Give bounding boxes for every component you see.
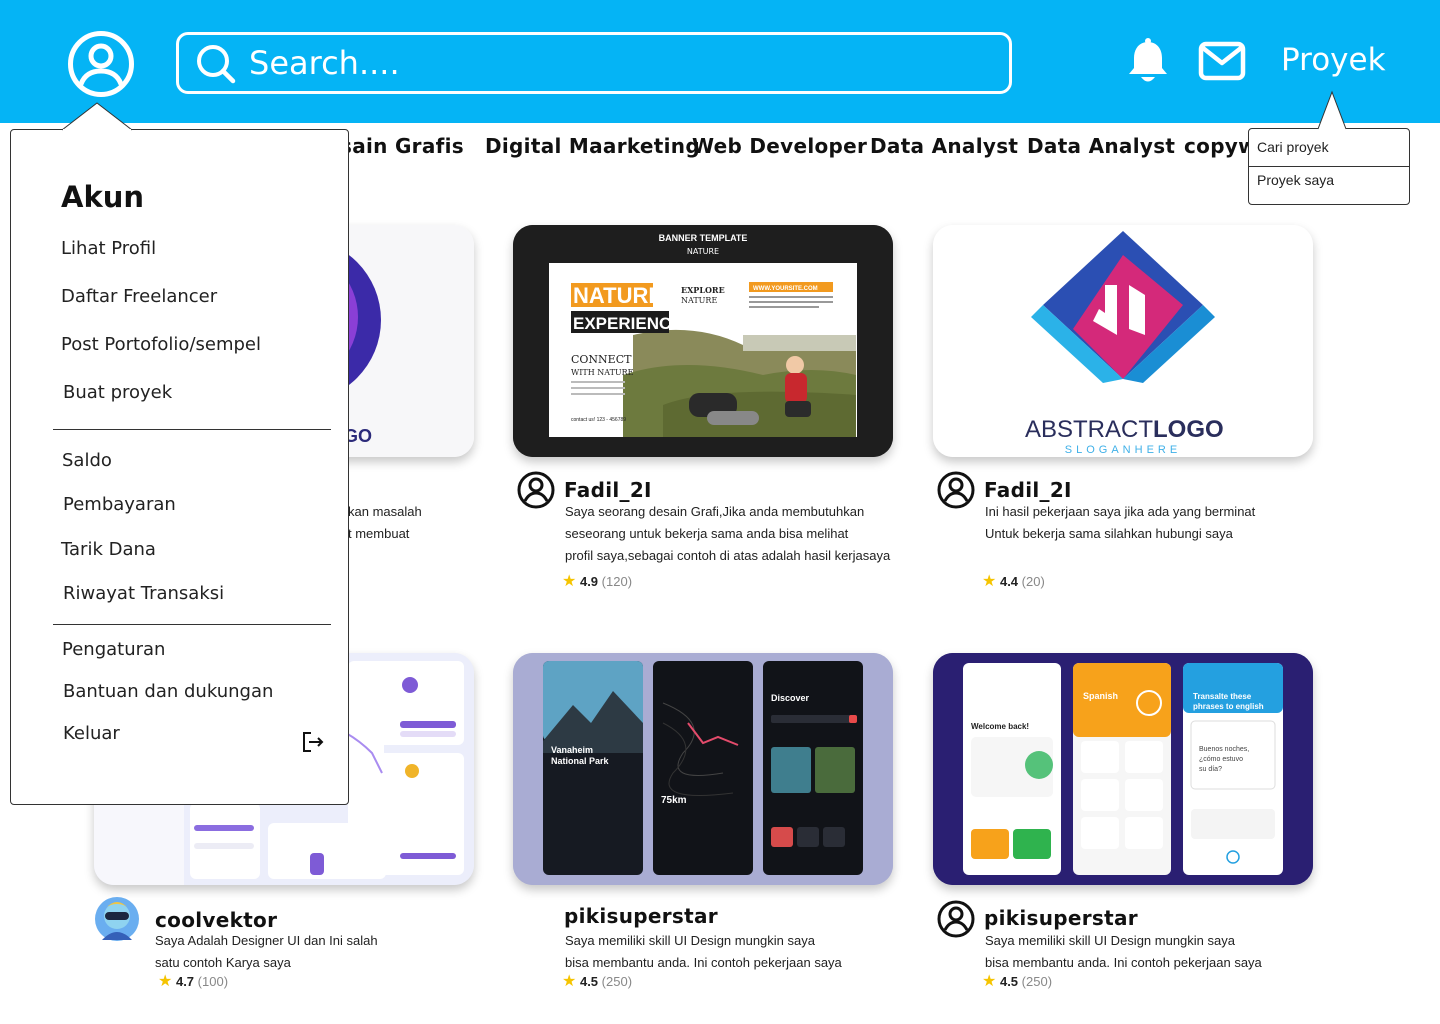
user-avatar-illustrated-icon[interactable] — [94, 896, 140, 942]
search-bar[interactable] — [176, 32, 1012, 94]
notification-bell-icon[interactable] — [1126, 38, 1170, 86]
star-icon: ★ — [982, 973, 997, 990]
rating: ★ 4.4 (20) — [982, 573, 1045, 590]
menu-item-proyek-saya[interactable]: Proyek saya — [1257, 172, 1334, 188]
category-web-developer[interactable]: Web Developer — [692, 134, 867, 158]
svg-text:Transalte these: Transalte these — [1193, 692, 1252, 701]
svg-text:WITH NATURE: WITH NATURE — [571, 368, 634, 377]
menu-item-keluar[interactable]: Keluar — [63, 723, 120, 744]
logout-icon[interactable] — [301, 730, 325, 754]
mail-icon[interactable] — [1198, 40, 1246, 82]
menu-item-daftar-freelancer[interactable]: Daftar Freelancer — [61, 286, 217, 307]
freelancer-name[interactable]: Fadil_2I — [564, 478, 652, 502]
menu-divider — [53, 624, 331, 625]
menu-item-tarik-dana[interactable]: Tarik Dana — [61, 539, 156, 560]
search-input[interactable] — [249, 41, 989, 85]
freelancer-name[interactable]: pikisuperstar — [984, 906, 1138, 930]
svg-text:su día?: su día? — [1199, 766, 1222, 773]
svg-text:CONNECT: CONNECT — [571, 353, 632, 366]
card-description: Saya memiliki skill UI Design mungkin sa… — [985, 933, 1262, 970]
svg-text:EXPERIENCE: EXPERIENCE — [573, 314, 683, 333]
category-data-analyst[interactable]: Data Analyst — [870, 134, 1018, 158]
menu-item-post-portofolio[interactable]: Post Portofolio/sempel — [61, 334, 261, 355]
proyek-dropdown-menu: Cari proyek Proyek saya — [1248, 128, 1410, 205]
menu-item-bantuan[interactable]: Bantuan dan dukungan — [63, 681, 273, 702]
search-icon — [197, 45, 236, 84]
menu-item-riwayat-transaksi[interactable]: Riwayat Transaksi — [63, 583, 224, 604]
portfolio-card-image[interactable]: BANNER TEMPLATE NATURE NATURE EXPERIENCE… — [513, 225, 893, 457]
svg-text:75km: 75km — [661, 795, 687, 806]
menu-item-pembayaran[interactable]: Pembayaran — [63, 494, 176, 515]
portfolio-card-image[interactable]: Welcome back! Spanish Transalte these ph… — [933, 653, 1313, 885]
svg-text:Buenos noches,: Buenos noches, — [1199, 746, 1249, 753]
svg-text:NATURE: NATURE — [573, 283, 663, 308]
freelancer-name[interactable]: Fadil_2I — [984, 478, 1072, 502]
svg-text:Vanaheim: Vanaheim — [551, 745, 593, 755]
menu-item-cari-proyek[interactable]: Cari proyek — [1257, 139, 1329, 155]
category-desain-grafis[interactable]: sain Grafis — [340, 134, 464, 158]
svg-text:Welcome back!: Welcome back! — [971, 722, 1029, 731]
freelancer-name[interactable]: pikisuperstar — [564, 904, 718, 928]
card-description: Saya seorang desain Grafi,Jika anda memb… — [565, 504, 891, 563]
svg-text:SLOGANHERE: SLOGANHERE — [1065, 444, 1181, 456]
menu-item-saldo[interactable]: Saldo — [62, 450, 112, 471]
dropdown-caret — [62, 102, 132, 131]
card-description: Saya memiliki skill UI Design mungkin sa… — [565, 933, 842, 970]
dropdown-caret — [1317, 90, 1347, 130]
freelancer-name[interactable]: coolvektor — [155, 908, 277, 932]
user-avatar-icon[interactable] — [936, 899, 976, 939]
svg-text:contact us! 123 - 456789: contact us! 123 - 456789 — [571, 417, 626, 423]
svg-text:LOGO: LOGO — [1153, 416, 1224, 443]
portfolio-card-image[interactable]: ABSTRACT LOGO SLOGANHERE — [933, 225, 1313, 457]
user-avatar-icon[interactable] — [936, 470, 976, 510]
menu-title: Akun — [61, 180, 145, 214]
category-data-analyst-2[interactable]: Data Analyst — [1027, 134, 1175, 158]
svg-text:WWW.YOURSITE.COM: WWW.YOURSITE.COM — [753, 286, 818, 292]
account-avatar-icon[interactable] — [66, 29, 136, 99]
svg-text:¿cómo estuvo: ¿cómo estuvo — [1199, 756, 1243, 763]
user-avatar-icon[interactable] — [516, 470, 556, 510]
rating: ★ 4.7 (100) — [158, 973, 229, 990]
menu-divider — [53, 429, 331, 430]
rating: ★ 4.5 (250) — [982, 973, 1053, 990]
menu-divider — [1249, 166, 1409, 167]
card-description: Ini hasil pekerjaan saya jika ada yang b… — [985, 504, 1256, 541]
account-dropdown-menu: Akun Lihat Profil Daftar Freelancer Post… — [10, 129, 349, 805]
card-description: Saya Adalah Designer UI dan Ini salah sa… — [155, 933, 378, 970]
svg-text:ABSTRACT: ABSTRACT — [1025, 416, 1153, 443]
svg-text:Spanish: Spanish — [1083, 691, 1118, 701]
star-icon: ★ — [982, 573, 997, 590]
rating: ★ 4.5 (250) — [562, 973, 633, 990]
top-header: Proyek — [0, 0, 1440, 123]
star-icon: ★ — [158, 973, 173, 990]
menu-item-lihat-profil[interactable]: Lihat Profil — [61, 238, 156, 259]
menu-item-pengaturan[interactable]: Pengaturan — [62, 639, 165, 660]
svg-text:NATURE: NATURE — [681, 296, 717, 305]
menu-item-buat-proyek[interactable]: Buat proyek — [63, 382, 172, 403]
svg-text:National Park: National Park — [551, 756, 610, 766]
rating: ★ 4.9 (120) — [562, 573, 633, 590]
svg-text:BANNER TEMPLATE: BANNER TEMPLATE — [659, 233, 748, 243]
svg-text:EXPLORE: EXPLORE — [681, 285, 725, 295]
star-icon: ★ — [562, 973, 577, 990]
star-icon: ★ — [562, 573, 577, 590]
portfolio-card-image[interactable]: Vanaheim National Park 75km Discover — [513, 653, 893, 885]
category-digital-marketing[interactable]: Digital Maarketing — [485, 134, 700, 158]
svg-text:Discover: Discover — [771, 693, 810, 703]
proyek-nav-link[interactable]: Proyek — [1281, 42, 1386, 78]
svg-text:NATURE: NATURE — [687, 247, 719, 256]
svg-text:phrases to english: phrases to english — [1193, 702, 1264, 711]
